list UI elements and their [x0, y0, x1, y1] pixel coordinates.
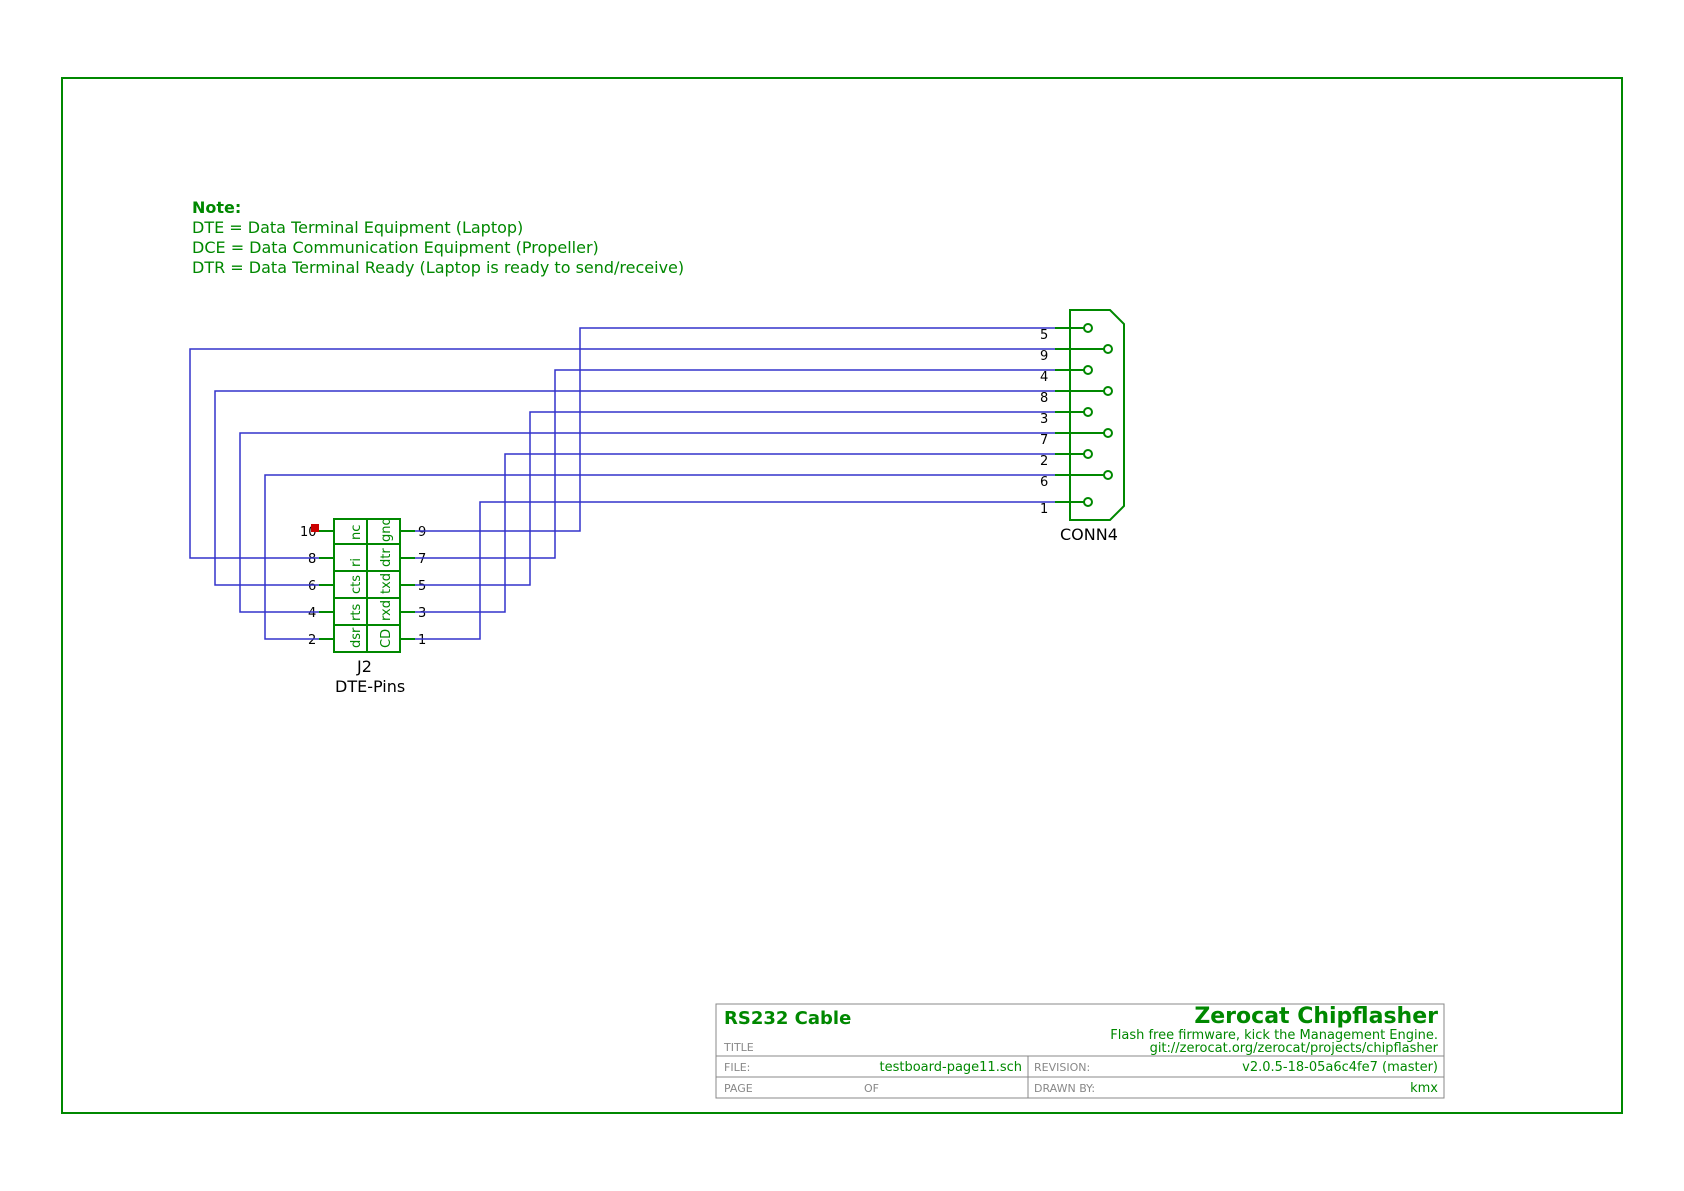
conn4-db9: 5 9 4 8 3 7 2 6 1 CONN4	[1040, 310, 1124, 544]
svg-text:nc: nc	[349, 525, 364, 540]
svg-text:8: 8	[1040, 391, 1048, 406]
svg-text:kmx: kmx	[1410, 1081, 1438, 1096]
svg-text:9: 9	[1040, 349, 1048, 364]
svg-text:TITLE: TITLE	[723, 1041, 754, 1054]
svg-text:5: 5	[1040, 328, 1048, 343]
svg-text:testboard-page11.sch: testboard-page11.sch	[880, 1060, 1023, 1075]
svg-text:dtr: dtr	[379, 548, 394, 567]
svg-text:3: 3	[1040, 412, 1048, 427]
svg-text:REVISION:: REVISION:	[1034, 1061, 1090, 1074]
svg-text:4: 4	[308, 606, 316, 621]
svg-text:3: 3	[418, 606, 426, 621]
svg-text:dsr: dsr	[349, 627, 364, 648]
svg-text:8: 8	[308, 552, 316, 567]
svg-text:cts: cts	[349, 575, 364, 594]
wires	[190, 328, 1055, 639]
svg-text:ri: ri	[349, 558, 364, 567]
note-line3: DTR = Data Terminal Ready (Laptop is rea…	[192, 258, 684, 277]
nc-marker	[311, 524, 319, 532]
svg-text:7: 7	[1040, 433, 1048, 448]
svg-text:J2: J2	[356, 657, 372, 676]
svg-text:DRAWN BY:: DRAWN BY:	[1034, 1082, 1095, 1095]
svg-text:rxd: rxd	[379, 600, 394, 621]
svg-text:2: 2	[1040, 454, 1048, 469]
svg-text:6: 6	[1040, 475, 1048, 490]
j2-header: CD rxd txd dtr gnd dsr rts cts ri nc 1 3…	[300, 517, 426, 696]
svg-text:v2.0.5-18-05a6c4fe7 (master): v2.0.5-18-05a6c4fe7 (master)	[1242, 1060, 1438, 1075]
svg-text:2: 2	[308, 633, 316, 648]
svg-text:RS232 Cable: RS232 Cable	[724, 1008, 851, 1029]
svg-text:CD: CD	[379, 629, 394, 648]
svg-text:1: 1	[1040, 502, 1048, 517]
svg-text:git://zerocat.org/zerocat/proj: git://zerocat.org/zerocat/projects/chipf…	[1150, 1041, 1439, 1056]
svg-text:gnd: gnd	[379, 517, 394, 542]
svg-text:Zerocat Chipflasher: Zerocat Chipflasher	[1194, 1004, 1438, 1029]
note-line1: DTE = Data Terminal Equipment (Laptop)	[192, 218, 523, 237]
svg-text:OF: OF	[864, 1082, 879, 1095]
svg-text:7: 7	[418, 552, 426, 567]
svg-text:5: 5	[418, 579, 426, 594]
svg-text:FILE:: FILE:	[724, 1061, 750, 1074]
title-block: RS232 Cable Zerocat Chipflasher Flash fr…	[716, 1004, 1444, 1098]
svg-text:4: 4	[1040, 370, 1048, 385]
note-line2: DCE = Data Communication Equipment (Prop…	[192, 238, 599, 257]
svg-text:6: 6	[308, 579, 316, 594]
svg-text:9: 9	[418, 525, 426, 540]
svg-text:CONN4: CONN4	[1060, 525, 1118, 544]
svg-text:PAGE: PAGE	[724, 1082, 753, 1095]
schematic-canvas: Note: DTE = Data Terminal Equipment (Lap…	[0, 0, 1684, 1191]
note-title: Note:	[192, 198, 241, 217]
svg-text:DTE-Pins: DTE-Pins	[335, 677, 405, 696]
svg-text:1: 1	[418, 633, 426, 648]
svg-text:txd: txd	[379, 573, 394, 594]
svg-text:rts: rts	[349, 604, 364, 621]
